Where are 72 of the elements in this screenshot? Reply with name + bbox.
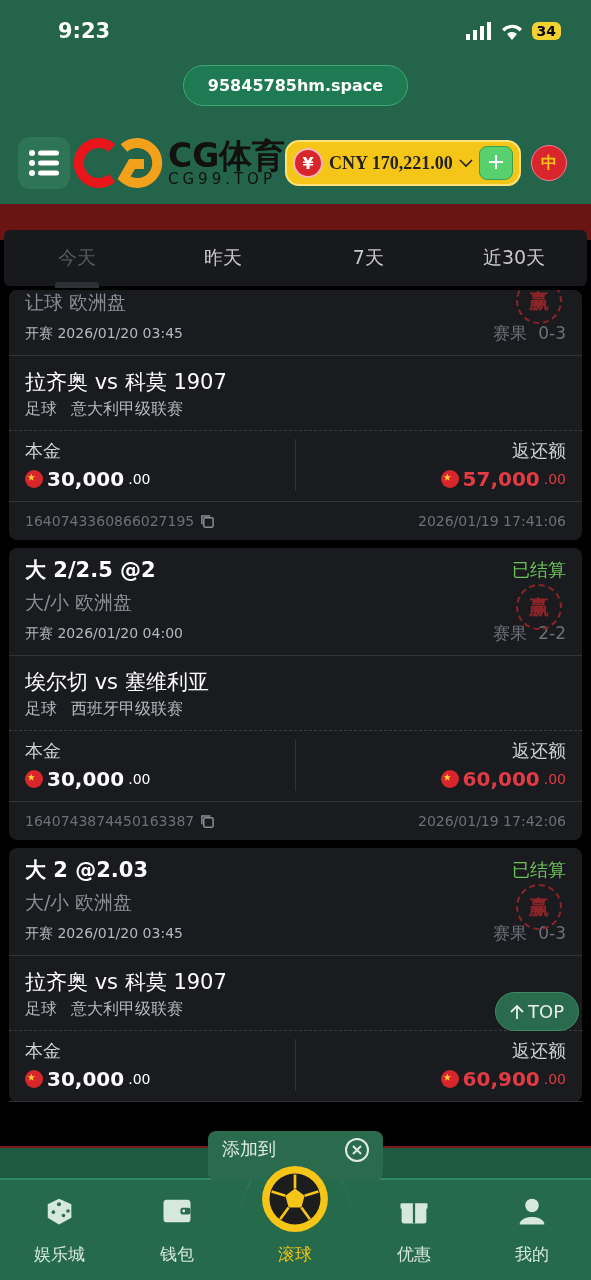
flag-icon <box>440 470 459 488</box>
logo-text: CG体育 <box>168 139 286 172</box>
stake-label: 本金 <box>25 739 62 763</box>
market-type: 让球 欧洲盘 <box>25 290 127 315</box>
date-tab[interactable]: 近30天 <box>441 230 587 286</box>
logo-subtitle: CG99.TOP <box>168 172 276 187</box>
bet-placed-time: 2026/01/19 17:42:06 <box>417 813 566 829</box>
flag-icon <box>440 1070 459 1088</box>
sport-name: 足球 <box>25 699 57 720</box>
stake-amount: 30,000 .00 <box>25 467 295 491</box>
language-button[interactable]: 中 <box>531 145 567 181</box>
soccer-ball-icon <box>261 1165 330 1233</box>
league-name: 意大利甲级联赛 <box>71 999 183 1020</box>
balance-pill[interactable]: ¥ CNY 170,221.00 <box>285 140 521 186</box>
order-id: 1640743874450163387 <box>25 813 195 829</box>
kickoff-time: 开赛 2026/01/20 03:45 <box>25 324 183 343</box>
nav-item[interactable]: 娱乐城 <box>0 1150 119 1280</box>
return-amount: 60,000 .00 <box>440 767 566 791</box>
match-result: 赛果 0-3 <box>493 322 566 345</box>
match-teams: 拉齐奥 vs 科莫 1907 <box>25 969 227 996</box>
return-amount: 60,900 .00 <box>440 1067 566 1091</box>
date-tab[interactable]: 昨天 <box>149 230 296 286</box>
logo-icon <box>72 136 164 190</box>
status-time: 9:23 <box>58 19 111 43</box>
copy-icon[interactable] <box>200 513 216 529</box>
return-label: 返还额 <box>512 739 566 763</box>
menu-icon <box>29 150 59 176</box>
signal-icon <box>465 22 492 40</box>
bet-title: 大 2 @2.03 <box>25 857 149 884</box>
market-type: 大/小 欧洲盘 <box>25 890 133 915</box>
url-pill: 95845785hm.space <box>182 65 409 106</box>
close-icon <box>352 1145 362 1155</box>
sport-name: 足球 <box>25 999 57 1020</box>
kickoff-time: 开赛 2026/01/20 04:00 <box>25 624 183 643</box>
close-button[interactable] <box>345 1138 369 1162</box>
stake-amount: 30,000 .00 <box>25 767 295 791</box>
nav-item[interactable]: 我的 <box>472 1150 591 1280</box>
stake-label: 本金 <box>25 439 62 463</box>
bet-status: 已结算 <box>512 858 566 882</box>
toast-text: 添加到 <box>222 1137 276 1161</box>
bet-title: 大 2/2.5 @2 <box>25 557 156 584</box>
flag-icon <box>25 470 43 488</box>
balance-amount: CNY 170,221.00 <box>329 152 453 174</box>
battery-level: 34 <box>531 22 561 40</box>
currency-badge: ¥ <box>293 148 323 178</box>
arrow-up-icon <box>509 1003 524 1020</box>
menu-button[interactable] <box>18 137 70 189</box>
deposit-button[interactable] <box>479 146 513 180</box>
stake-amount: 30,000 .00 <box>25 1067 295 1091</box>
win-stamp: 赢 <box>516 290 562 324</box>
match-teams: 埃尔切 vs 塞维利亚 <box>25 669 209 696</box>
nav-item[interactable]: 优惠 <box>354 1150 473 1280</box>
flag-icon <box>25 1070 43 1088</box>
stake-label: 本金 <box>25 1039 62 1063</box>
league-name: 意大利甲级联赛 <box>71 399 183 420</box>
sport-name: 足球 <box>25 399 57 420</box>
flag-icon <box>440 770 459 788</box>
return-label: 返还额 <box>512 439 566 463</box>
match-teams: 拉齐奥 vs 科莫 1907 <box>25 369 227 396</box>
copy-icon[interactable] <box>200 813 216 829</box>
return-label: 返还额 <box>512 1039 566 1063</box>
return-amount: 57,000 .00 <box>440 467 566 491</box>
league-name: 西班牙甲级联赛 <box>71 699 183 720</box>
chevron-down-icon <box>458 158 473 168</box>
order-id: 1640743360866027195 <box>25 513 195 529</box>
kickoff-time: 开赛 2026/01/20 03:45 <box>25 924 183 943</box>
market-type: 大/小 欧洲盘 <box>25 590 133 615</box>
date-tab[interactable]: 7天 <box>295 230 442 286</box>
bet-status: 已结算 <box>512 558 566 582</box>
flag-icon <box>25 770 43 788</box>
bet-placed-time: 2026/01/19 17:41:06 <box>417 513 566 529</box>
plus-icon <box>488 153 504 170</box>
